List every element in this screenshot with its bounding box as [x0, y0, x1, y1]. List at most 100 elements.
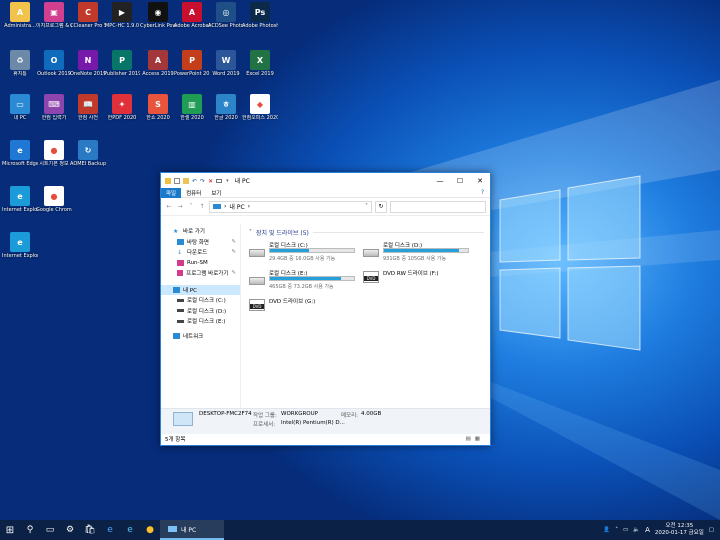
- desktop-shortcut[interactable]: ▥ 한셀 2020: [174, 94, 210, 130]
- drive-free-space: 931GB 중 105GB 사용 가능: [383, 256, 447, 262]
- people-icon[interactable]: 👤: [603, 527, 610, 533]
- notifications-icon[interactable]: ▢: [709, 527, 714, 533]
- desktop-shortcut-label: 한컴오피스 2020: [242, 115, 278, 121]
- drive-tile-c[interactable]: 로컬 디스크 (C:) 29.4GB 중 16.0GB 사용 가능: [249, 241, 359, 267]
- group-header-devices[interactable]: ˅ 장치 및 드라이브 (5): [249, 228, 484, 237]
- window-title: 내 PC: [234, 178, 250, 185]
- minimize-button[interactable]: —: [430, 173, 450, 188]
- tab-computer[interactable]: 컴퓨터: [181, 189, 206, 197]
- desktop-shortcut[interactable]: ♻ 휴지통: [2, 50, 38, 86]
- nav-item-downloads[interactable]: ↓ 다운로드 ✎: [161, 247, 240, 258]
- desktop-shortcut[interactable]: S 한쇼 2020: [140, 94, 176, 130]
- hanpdf-icon: ✦: [112, 94, 132, 114]
- desktop-shortcut[interactable]: ◎ACDSee Photo Stud...: [208, 2, 244, 38]
- rename-icon[interactable]: [216, 178, 223, 183]
- desktop-shortcut[interactable]: ◉CyberLink PowerDV...: [140, 2, 176, 38]
- new-folder-icon[interactable]: [183, 177, 189, 184]
- view-toggle-icons[interactable]: ▤▦: [466, 436, 490, 442]
- title-bar[interactable]: ↶ ↷ ✕ ▾ 내 PC — ☐ ✕: [161, 173, 490, 188]
- desktop-shortcut[interactable]: ✦ 한PDF 2020: [104, 94, 140, 130]
- content-pane: ˅ 장치 및 드라이브 (5) 로컬 디스크 (C:) 29.4GB 중 16.0…: [243, 224, 490, 408]
- desktop-shortcut[interactable]: ▭ 내 PC: [2, 94, 38, 130]
- search-icon[interactable]: ⚲: [20, 520, 40, 540]
- desktop-shortcut[interactable]: X Excel 2019: [242, 50, 278, 86]
- desktop-shortcut[interactable]: W Word 2019: [208, 50, 244, 86]
- desktop-shortcut[interactable]: A Administra...: [2, 2, 38, 38]
- desktop-shortcut[interactable]: eInternet Explorer: [2, 186, 38, 222]
- forward-arrow-icon[interactable]: →: [176, 203, 184, 210]
- nav-label: 프로그램 바로가기: [186, 271, 229, 278]
- drive-tile-e[interactable]: 로컬 디스크 (E:) 465GB 중 73.2GB 사용 가능: [249, 269, 359, 295]
- chrome-icon: ●: [44, 140, 64, 160]
- edge-icon[interactable]: e: [100, 520, 120, 540]
- volume-icon[interactable]: 🔈: [633, 527, 640, 533]
- breadcrumb-this-pc[interactable]: 내 PC: [229, 202, 244, 211]
- drive-tile-d[interactable]: 로컬 디스크 (D:) 931GB 중 105GB 사용 가능: [363, 241, 473, 267]
- maximize-button[interactable]: ☐: [450, 173, 470, 188]
- back-arrow-icon[interactable]: ←: [165, 203, 173, 210]
- nav-item-program-shortcuts[interactable]: 프로그램 바로가기 ✎: [161, 268, 240, 279]
- chrome-icon[interactable]: ●: [140, 520, 160, 540]
- taskbar-app-this-pc[interactable]: 내 PC: [160, 520, 224, 540]
- desktop-shortcut[interactable]: e Microsoft Edge: [2, 140, 38, 176]
- ribbon-tabs: 파일 컴퓨터 보기 ?: [161, 187, 490, 198]
- desktop-shortcut[interactable]: ⌨ 한컴 입력기: [36, 94, 72, 130]
- nav-item-desktop[interactable]: 바탕 화면 ✎: [161, 237, 240, 248]
- desktop-shortcut[interactable]: P Publisher 2019: [104, 50, 140, 86]
- nav-item-run-sm[interactable]: Run-SM: [161, 258, 240, 269]
- nav-item-quick-access[interactable]: ★ 바로 가기: [161, 226, 240, 237]
- nav-item-drive-c[interactable]: 로컬 디스크 (C:): [161, 295, 240, 306]
- desktop-shortcut[interactable]: ▶ MPC-HC 1.9.0: [104, 2, 140, 38]
- settings-gear-icon[interactable]: ⚙: [60, 520, 80, 540]
- clock[interactable]: 오전 12:35 2020-01-17 금요일: [655, 523, 704, 537]
- desktop-shortcut[interactable]: ㅎ 한글 2020: [208, 94, 244, 130]
- ie-icon[interactable]: e: [120, 520, 140, 540]
- start-button[interactable]: ⊞: [0, 520, 20, 540]
- recent-locations-icon[interactable]: ˅: [187, 203, 195, 210]
- desktop-shortcut-label: CCleaner Pro 5.63: [70, 23, 106, 29]
- desktop-shortcut[interactable]: AAdobe Acrobat DC: [174, 2, 210, 38]
- chevron-down-icon[interactable]: ▾: [226, 178, 229, 184]
- drive-tile-f[interactable]: DVD DVD RW 드라이브 (F:): [363, 269, 473, 295]
- desktop-shortcut[interactable]: ▣이지프로그램 & 종료기: [36, 2, 72, 38]
- nav-item-network[interactable]: 네트워크: [161, 331, 240, 342]
- nav-item-this-pc[interactable]: 내 PC: [161, 284, 240, 295]
- help-icon[interactable]: ?: [481, 189, 490, 196]
- tab-view[interactable]: 보기: [206, 189, 226, 197]
- tv-icon: ▣: [44, 2, 64, 22]
- address-bar[interactable]: › 내 PC › ˅: [209, 200, 372, 213]
- desktop-shortcut[interactable]: CCCleaner Pro 5.63: [70, 2, 106, 38]
- desktop-shortcut[interactable]: ↻AOMEI Backupp...: [70, 140, 106, 176]
- desktop-shortcut[interactable]: 📖 한컴 사전: [70, 94, 106, 130]
- close-button[interactable]: ✕: [470, 173, 490, 188]
- desktop-shortcut[interactable]: ●Google Chrome 79: [36, 186, 72, 222]
- undo-icon[interactable]: ↶: [192, 178, 197, 185]
- desktop-shortcut[interactable]: N OneNote 2019: [70, 50, 106, 86]
- desktop-shortcut[interactable]: O Outlook 2019: [36, 50, 72, 86]
- desktop-shortcut[interactable]: ● 시트기본 정보: [36, 140, 72, 176]
- desktop-shortcut[interactable]: eInternet Explorer: [2, 232, 38, 268]
- ime-indicator[interactable]: A: [645, 526, 650, 534]
- delete-icon[interactable]: ✕: [208, 178, 213, 185]
- nav-item-drive-d[interactable]: 로컬 디스크 (D:): [161, 306, 240, 317]
- store-icon[interactable]: 🛍: [80, 520, 100, 540]
- chevron-up-icon[interactable]: ˄: [615, 527, 618, 533]
- nav-item-drive-e[interactable]: 로컬 디스크 (E:): [161, 316, 240, 327]
- desktop-shortcut[interactable]: PPowerPoint 2019: [174, 50, 210, 86]
- desktop-shortcut[interactable]: PsAdobe Photosh...: [242, 2, 278, 38]
- up-arrow-icon[interactable]: ↑: [198, 203, 206, 210]
- network-icon[interactable]: ▭: [623, 527, 628, 533]
- refresh-icon[interactable]: ↻: [375, 200, 387, 213]
- tab-file[interactable]: 파일: [161, 187, 182, 198]
- drive-tile-g[interactable]: DVD DVD 드라이브 (G:): [249, 297, 359, 323]
- properties-icon[interactable]: [174, 177, 180, 184]
- file-explorer-window[interactable]: ↶ ↷ ✕ ▾ 내 PC — ☐ ✕ 파일 컴퓨터 보기 ? ← → ˅ ↑ ›…: [160, 172, 491, 446]
- desktop-shortcut-label: Microsoft Edge: [2, 161, 38, 167]
- workgroup-value: WORKGROUP: [281, 411, 318, 417]
- task-view-icon[interactable]: ▭: [40, 520, 60, 540]
- desktop-shortcut[interactable]: A Access 2019: [140, 50, 176, 86]
- address-dropdown-icon[interactable]: ˅: [365, 203, 371, 210]
- search-input[interactable]: [390, 200, 486, 213]
- desktop-shortcut[interactable]: ◆ 한컴오피스 2020: [242, 94, 278, 130]
- redo-icon[interactable]: ↷: [200, 178, 205, 185]
